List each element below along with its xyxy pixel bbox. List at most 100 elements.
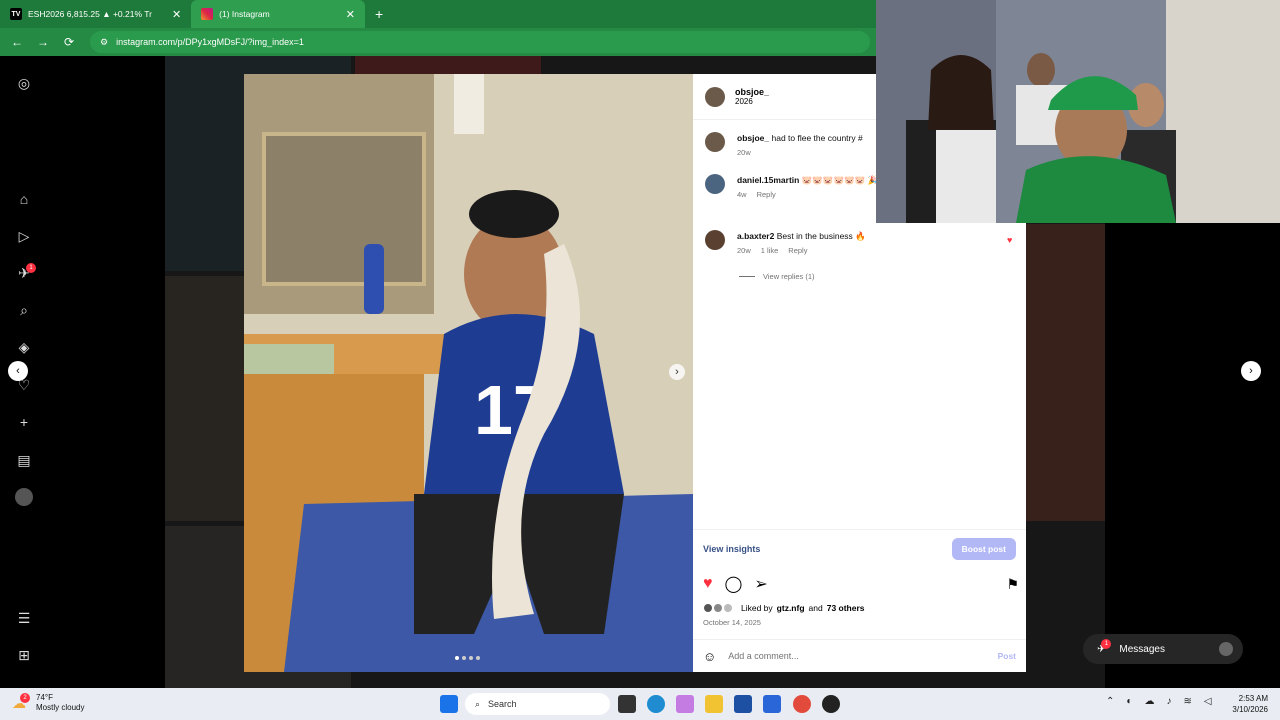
site-info-icon[interactable]: ⚙	[100, 37, 108, 48]
reply-button[interactable]: Reply	[757, 190, 776, 199]
comment-username[interactable]: a.baxter2	[737, 231, 774, 241]
chevron-up-icon[interactable]: ⌃	[1106, 696, 1114, 707]
comment-text: Best in the business 🔥	[776, 231, 866, 241]
comment-item: a.baxter2 Best in the business 🔥 20w 1 li…	[705, 230, 1015, 255]
next-image-button[interactable]: ›	[669, 364, 685, 380]
clock-time: 2:53 AM	[1238, 694, 1268, 703]
view-insights-link[interactable]: View insights	[703, 544, 760, 554]
windows-taskbar: ☁ 2 74°F Mostly cloudy ⌕ Search ⌃ ◐ ☁ ♪ …	[0, 688, 1280, 720]
onedrive-icon[interactable]: ☁	[1144, 696, 1154, 707]
author-avatar[interactable]	[705, 86, 725, 107]
reply-button[interactable]: Reply	[788, 246, 807, 255]
comment-username[interactable]: daniel.15martin	[737, 175, 799, 185]
divider	[739, 276, 755, 277]
tray-app-icon[interactable]: ◐	[1126, 696, 1132, 707]
messages-label: Messages	[1119, 643, 1165, 655]
wifi-icon[interactable]: ≋	[1183, 696, 1191, 707]
weather-temp: 74°F	[36, 693, 53, 702]
dashboard-icon[interactable]: ▤	[15, 451, 33, 469]
post-actions: ♥ ◯ ➢ ⚑	[703, 574, 1019, 594]
liked-by-others[interactable]: 73 others	[827, 603, 865, 613]
emoji-icon[interactable]: ☺	[703, 649, 716, 664]
edge-icon[interactable]	[647, 695, 665, 713]
next-post-button[interactable]: ›	[1241, 361, 1261, 381]
comment-input[interactable]: Add a comment...	[728, 651, 985, 661]
share-icon[interactable]: ➢	[754, 574, 767, 594]
new-tab-button[interactable]: +	[365, 6, 393, 22]
explore-icon[interactable]: ◈	[15, 338, 33, 356]
reload-button[interactable]: ⟳	[58, 31, 80, 53]
instagram-logo-icon[interactable]: ◎	[15, 74, 33, 92]
url-field[interactable]: ⚙ instagram.com/p/DPy1xgMDsFJ/?img_index…	[90, 31, 870, 53]
more-menu-icon[interactable]: ☰	[15, 609, 33, 627]
previous-post-button[interactable]: ‹	[8, 361, 28, 381]
add-comment-row: ☺ Add a comment... Post	[693, 639, 1026, 672]
system-tray: ⌃ ◐ ☁ ♪ ≋ ◁	[1106, 696, 1212, 707]
instagram-icon	[201, 8, 214, 20]
carousel-dot	[462, 656, 466, 660]
close-icon[interactable]: ✕	[346, 8, 355, 21]
search-label: Search	[488, 699, 517, 709]
comment-time: 20w	[737, 246, 751, 255]
tab-label: (1) Instagram	[219, 9, 270, 19]
close-icon[interactable]: ✕	[172, 8, 181, 21]
like-heart-icon[interactable]: ♥	[703, 575, 713, 593]
carousel-dot	[455, 656, 459, 660]
avatar	[1219, 642, 1233, 656]
weather-badge: 2	[20, 693, 30, 703]
home-icon[interactable]: ⌂	[15, 190, 33, 208]
profile-avatar[interactable]	[15, 488, 33, 506]
clock[interactable]: 2:53 AM 3/10/2026	[1232, 693, 1268, 715]
taskbar-search[interactable]: ⌕ Search	[465, 693, 610, 715]
file-explorer-icon[interactable]	[705, 695, 723, 713]
avatar[interactable]	[705, 230, 725, 250]
messages-button[interactable]: ✈ 1 Messages	[1083, 634, 1243, 664]
webcam-overlay	[876, 0, 1280, 223]
author-username[interactable]: obsjoe_	[735, 87, 769, 97]
microphone-icon[interactable]: ♪	[1166, 696, 1171, 707]
liked-by-and: and	[808, 603, 823, 613]
view-replies-button[interactable]: View replies (1)	[739, 272, 815, 281]
chrome-icon[interactable]	[793, 695, 811, 713]
task-view-icon[interactable]	[618, 695, 636, 713]
comment-likes[interactable]: 1 like	[761, 246, 779, 255]
avatar[interactable]	[705, 174, 725, 194]
post-date: October 14, 2025	[703, 618, 761, 627]
post-photo[interactable]: 17	[244, 74, 693, 672]
copilot-icon[interactable]	[676, 695, 694, 713]
liker-avatar	[713, 603, 723, 613]
post-photo-illustration: 17	[244, 74, 693, 672]
carousel-dot	[469, 656, 473, 660]
avatar[interactable]	[705, 132, 725, 152]
carousel-dot	[476, 656, 480, 660]
reels-icon[interactable]: ▷	[15, 227, 33, 245]
weather-desc: Mostly cloudy	[36, 703, 85, 712]
clock-date: 3/10/2026	[1232, 705, 1268, 714]
volume-icon[interactable]: ◁	[1204, 696, 1212, 707]
obs-icon[interactable]	[822, 695, 840, 713]
store-icon[interactable]	[734, 695, 752, 713]
also-from-meta-icon[interactable]: ⊞	[15, 646, 33, 664]
forward-button[interactable]: →	[32, 31, 54, 53]
search-icon[interactable]: ⌕	[15, 301, 33, 319]
comment-icon[interactable]: ◯	[725, 574, 743, 594]
comment-text: had to flee the country #	[771, 133, 863, 143]
author-subtitle: 2026	[735, 97, 753, 106]
tab-tradingview[interactable]: TV ESH2026 6,815.25 ▲ +0.21% Tr ✕	[0, 0, 191, 28]
tab-instagram[interactable]: (1) Instagram ✕	[191, 0, 365, 28]
tradingview-icon: TV	[10, 8, 22, 20]
post-comment-button[interactable]: Post	[998, 651, 1016, 661]
windows-start-icon[interactable]	[440, 695, 458, 713]
app-icon[interactable]	[763, 695, 781, 713]
back-button[interactable]: ←	[6, 31, 28, 53]
create-icon[interactable]: +	[15, 413, 33, 431]
boost-post-button[interactable]: Boost post	[951, 537, 1016, 560]
weather-widget[interactable]: ☁ 2 74°F Mostly cloudy	[12, 693, 84, 713]
comment-time: 20w	[737, 148, 751, 157]
bookmark-icon[interactable]: ⚑	[1006, 576, 1019, 593]
comment-like-heart-icon[interactable]: ♥	[1007, 235, 1012, 245]
liked-by-user[interactable]: gtz.nfg	[777, 603, 805, 613]
webcam-feed	[876, 0, 1280, 223]
comment-username[interactable]: obsjoe_	[737, 133, 769, 143]
view-replies-label: View replies (1)	[763, 272, 815, 281]
